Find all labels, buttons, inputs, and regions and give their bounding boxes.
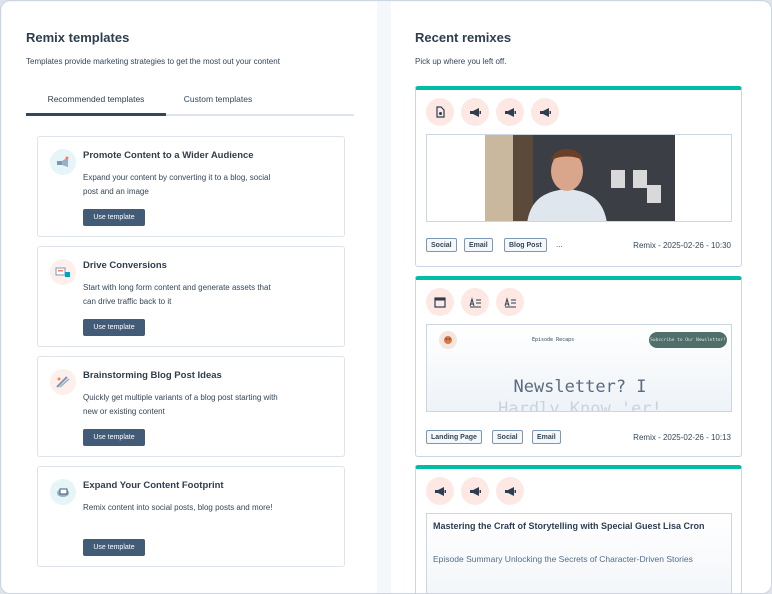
blog-post-preview: Mastering the Craft of Storytelling with… <box>426 513 732 593</box>
footprint-icon <box>50 479 76 505</box>
remix-page: Remix templates Templates provide market… <box>0 0 772 594</box>
file-icon <box>426 98 454 126</box>
template-tabs: Recommended templates Custom templates <box>26 90 354 116</box>
remix-templates-panel: Remix templates Templates provide market… <box>2 2 377 593</box>
tag: Social <box>426 238 457 252</box>
panel-title: Recent remixes <box>415 30 512 45</box>
tag: Email <box>464 238 493 252</box>
video-thumbnail <box>427 135 731 221</box>
megaphone-icon <box>461 98 489 126</box>
use-template-button[interactable]: Use template <box>83 319 145 336</box>
recent-remixes-panel: Recent remixes Pick up where you left of… <box>391 2 771 593</box>
tag: Social <box>492 430 523 444</box>
text-doc-icon <box>496 288 524 316</box>
template-title: Drive Conversions <box>83 260 167 271</box>
remix-timestamp: Remix - 2025-02-26 - 10:13 <box>633 433 731 442</box>
template-title: Promote Content to a Wider Audience <box>83 150 254 161</box>
tag: Blog Post <box>504 238 547 252</box>
megaphone-icon <box>426 477 454 505</box>
template-title: Expand Your Content Footprint <box>83 480 224 491</box>
subscribe-button: Subscribe to Our Newsletter! <box>649 332 727 348</box>
template-card: Expand Your Content Footprint Remix cont… <box>37 466 345 567</box>
remix-card[interactable]: Mastering the Craft of Storytelling with… <box>415 465 742 593</box>
remix-card[interactable]: Social Email Blog Post ... Remix - 2025-… <box>415 86 742 267</box>
video-preview <box>426 134 732 222</box>
conversions-icon <box>50 259 76 285</box>
brainstorm-icon <box>50 369 76 395</box>
tab-custom[interactable]: Custom templates <box>166 94 270 116</box>
panel-title: Remix templates <box>26 30 130 45</box>
blog-title: Mastering the Craft of Storytelling with… <box>433 521 705 531</box>
use-template-button[interactable]: Use template <box>83 539 145 556</box>
megaphone-icon <box>531 98 559 126</box>
more-indicator: ... <box>556 240 563 249</box>
tab-recommended[interactable]: Recommended templates <box>26 94 166 116</box>
panel-subtitle: Templates provide marketing strategies t… <box>26 57 280 66</box>
tag: Landing Page <box>426 430 482 444</box>
template-card: Brainstorming Blog Post Ideas Quickly ge… <box>37 356 345 457</box>
landing-page-preview: Episode Recaps Subscribe to Our Newslett… <box>426 324 732 412</box>
template-title: Brainstorming Blog Post Ideas <box>83 370 222 381</box>
remix-timestamp: Remix - 2025-02-26 - 10:30 <box>633 241 731 250</box>
tag: Email <box>532 430 561 444</box>
text-doc-icon <box>461 288 489 316</box>
landing-headline-cont: Hardly Know 'er! <box>498 399 662 412</box>
megaphone-icon <box>496 98 524 126</box>
panel-subtitle: Pick up where you left off. <box>415 57 507 66</box>
landing-headline: Newsletter? I <box>513 377 647 397</box>
template-description: Expand your content by converting it to … <box>83 173 271 196</box>
remix-card[interactable]: Episode Recaps Subscribe to Our Newslett… <box>415 276 742 457</box>
megaphone-icon <box>496 477 524 505</box>
nav-link: Episode Recaps <box>532 337 575 343</box>
browser-icon <box>426 288 454 316</box>
template-description: Remix content into social posts, blog po… <box>83 503 273 512</box>
template-card: Drive Conversions Start with long form c… <box>37 246 345 347</box>
use-template-button[interactable]: Use template <box>83 429 145 446</box>
blog-summary: Episode Summary Unlocking the Secrets of… <box>433 554 693 564</box>
template-card: Promote Content to a Wider Audience Expa… <box>37 136 345 237</box>
template-description: Start with long form content and generat… <box>83 283 271 306</box>
logo-icon <box>439 331 457 349</box>
promote-icon <box>50 149 76 175</box>
template-description: Quickly get multiple variants of a blog … <box>83 393 278 416</box>
megaphone-icon <box>461 477 489 505</box>
use-template-button[interactable]: Use template <box>83 209 145 226</box>
